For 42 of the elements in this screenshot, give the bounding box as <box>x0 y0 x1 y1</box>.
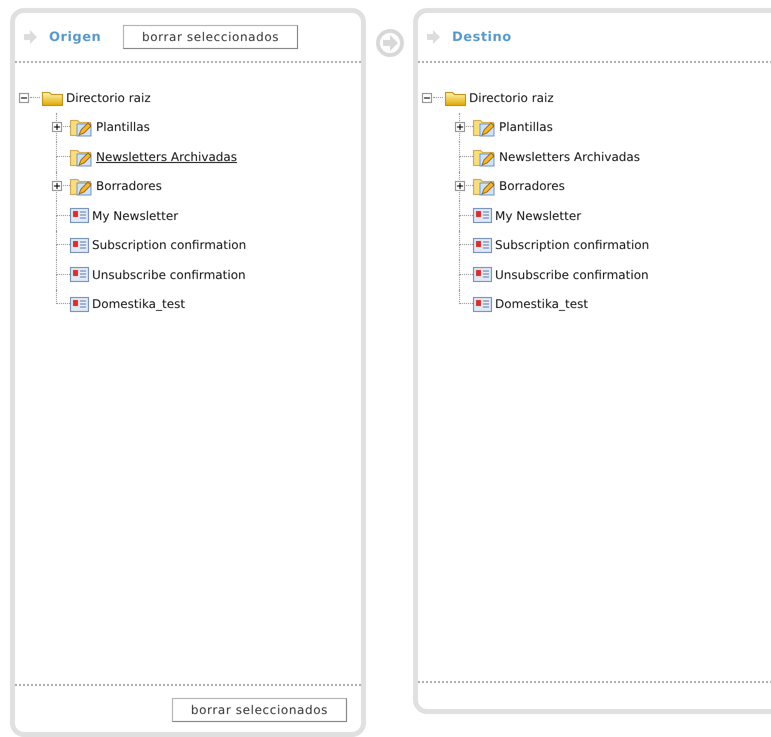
collapse-icon[interactable] <box>19 92 29 103</box>
tree-item[interactable]: My Newsletter <box>494 208 582 224</box>
expand-icon[interactable] <box>52 122 62 132</box>
tree-item[interactable]: Newsletters Archivadas <box>498 148 642 165</box>
folder-icon <box>42 90 63 106</box>
tree-item[interactable]: Plantillas <box>498 119 554 136</box>
delete-selected-button[interactable]: borrar seleccionados <box>123 25 298 49</box>
collapse-icon[interactable] <box>422 92 432 103</box>
tree-item[interactable]: Borradores <box>498 178 566 194</box>
arrow-icon <box>426 30 440 44</box>
document-icon <box>70 296 89 312</box>
delete-selected-button[interactable]: borrar seleccionados <box>172 698 347 722</box>
tree-item[interactable]: Newsletters Archivadas <box>95 148 238 165</box>
document-icon <box>473 267 492 282</box>
tree-item[interactable]: Unsubscribe confirmation <box>91 266 247 283</box>
document-icon <box>473 238 492 253</box>
folder-pencil-icon <box>473 176 496 196</box>
document-icon <box>473 296 492 312</box>
folder-pencil-icon <box>70 176 93 196</box>
tree-item[interactable]: Borradores <box>95 178 163 194</box>
panel-title: Origen <box>49 30 102 44</box>
tree-item[interactable]: Plantillas <box>95 119 151 136</box>
tree-item[interactable]: Subscription confirmation <box>494 237 650 254</box>
expand-icon[interactable] <box>52 181 62 192</box>
tree-item[interactable]: Domestika_test <box>494 296 590 312</box>
folder-pencil-icon <box>473 117 496 138</box>
expand-icon[interactable] <box>455 122 465 132</box>
panel-title: Destino <box>452 30 512 44</box>
folder-pencil-icon <box>70 117 93 138</box>
tree-item[interactable]: Directorio raiz <box>469 90 554 105</box>
document-icon <box>70 208 89 224</box>
tree-item[interactable]: Domestika_test <box>91 296 186 312</box>
tree-item[interactable]: Directorio raiz <box>66 90 151 105</box>
document-icon <box>473 208 492 224</box>
tree-item[interactable]: My Newsletter <box>91 208 180 224</box>
arrow-icon <box>23 30 37 44</box>
expand-icon[interactable] <box>455 181 465 192</box>
folder-icon <box>445 90 466 106</box>
document-icon <box>70 267 89 282</box>
tree-item[interactable]: Unsubscribe confirmation <box>494 266 650 283</box>
document-icon <box>70 238 89 253</box>
tree-item[interactable]: Subscription confirmation <box>91 237 248 254</box>
